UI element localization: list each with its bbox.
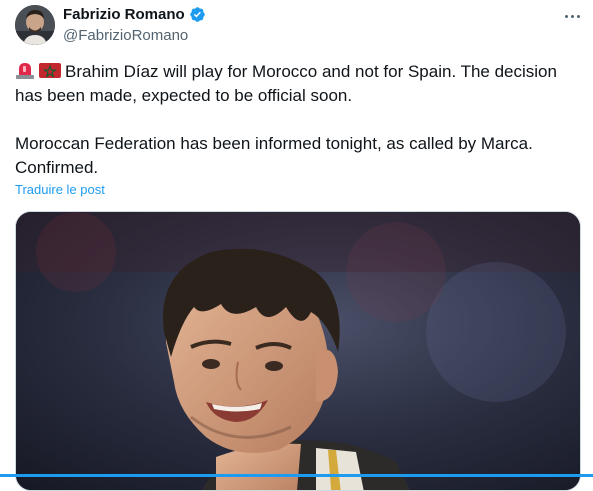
avatar[interactable] <box>15 5 55 45</box>
more-options-button[interactable] <box>560 6 584 26</box>
tweet-paragraph-1: Brahim Díaz will play for Morocco and no… <box>15 60 580 108</box>
more-dot-icon <box>576 14 580 18</box>
tweet-text: Brahim Díaz will play for Morocco and no… <box>15 60 580 180</box>
rotating-light-icon <box>16 63 34 79</box>
author-display-name[interactable]: Fabrizio Romano <box>63 6 185 23</box>
translate-post-link[interactable]: Traduire le post <box>15 182 105 197</box>
morocco-flag-icon <box>39 63 61 78</box>
tweet-media-image[interactable] <box>15 211 581 491</box>
tweet-card: Fabrizio Romano @FabrizioRomano Brahim D… <box>0 0 593 491</box>
verified-badge-icon <box>189 7 205 22</box>
more-dot-icon <box>564 14 568 18</box>
tweet-paragraph-2: Moroccan Federation has been informed to… <box>15 134 533 177</box>
author-name-row: Fabrizio Romano <box>63 6 206 23</box>
player-photo <box>16 212 580 490</box>
tweet-paragraph-1-text: Brahim Díaz will play for Morocco and no… <box>15 62 557 105</box>
avatar-image <box>15 5 55 45</box>
author-handle[interactable]: @FabrizioRomano <box>63 27 188 44</box>
more-dot-icon <box>570 14 574 18</box>
